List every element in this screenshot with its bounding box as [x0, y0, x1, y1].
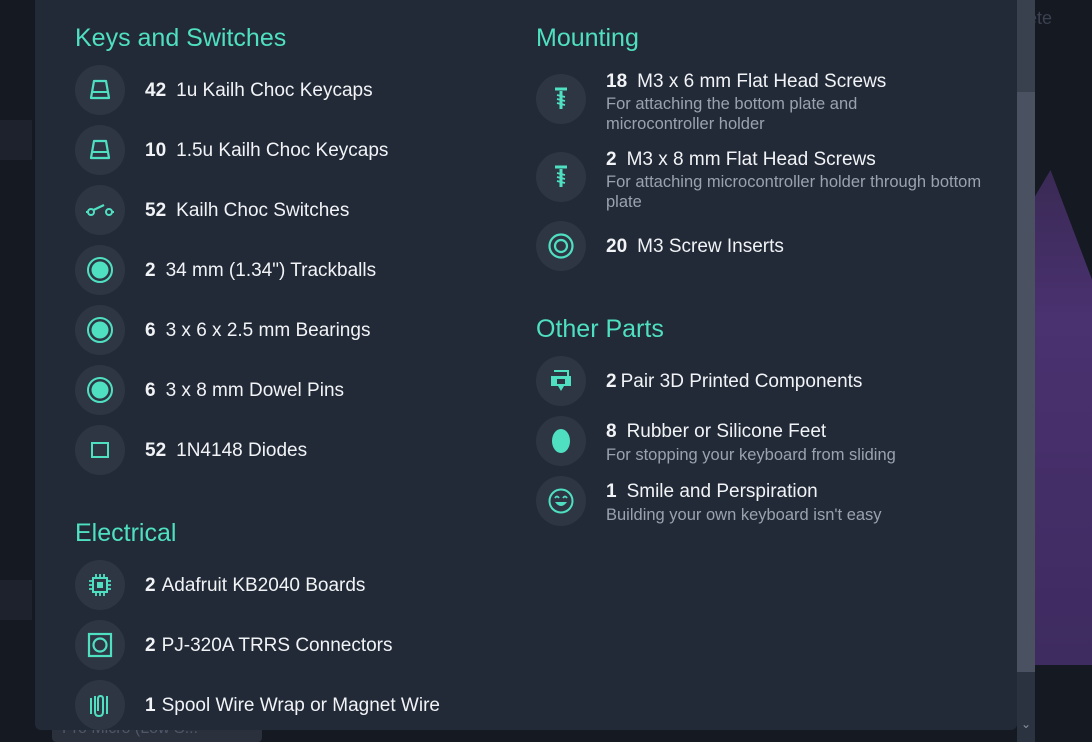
list-item: 18 M3 x 6 mm Flat Head Screws For attachi…: [536, 71, 976, 133]
list-item: 52 Kailh Choc Switches: [75, 185, 515, 237]
wire-icon: [75, 680, 125, 730]
list-item: 2 Pair 3D Printed Components: [536, 356, 976, 408]
chip-icon: [75, 560, 125, 610]
section-title-other: Other Parts: [536, 315, 664, 343]
keycap-icon: [75, 65, 125, 115]
item-name: M3 Screw Inserts: [637, 236, 784, 257]
smile-sweat-icon: [536, 476, 586, 526]
printer-icon: [536, 356, 586, 406]
ball-icon: [75, 245, 125, 295]
item-quantity: 20: [606, 236, 628, 257]
item-description: For attaching microcontroller holder thr…: [606, 173, 982, 211]
screw-icon: [536, 74, 586, 124]
backdrop-element: [0, 580, 32, 620]
item-name: 3 x 8 mm Dowel Pins: [165, 380, 345, 401]
insert-icon: [536, 221, 586, 271]
item-description: Building your own keyboard isn't easy: [606, 506, 882, 524]
backdrop-element: [0, 120, 32, 160]
list-item: 2 M3 x 8 mm Flat Head Screws For attachin…: [536, 149, 981, 211]
scroll-down-arrow-icon[interactable]: ⌄: [1017, 714, 1035, 734]
item-name: 3 x 6 x 2.5 mm Bearings: [165, 320, 371, 341]
item-name: Smile and Perspiration: [626, 481, 818, 502]
item-name: Adafruit KB2040 Boards: [161, 575, 366, 596]
scrollbar-track[interactable]: [1017, 0, 1035, 92]
foot-icon: [536, 416, 586, 466]
list-item: 2 34 mm (1.34") Trackballs: [75, 245, 515, 297]
section-title-keys: Keys and Switches: [75, 24, 287, 52]
item-description: For stopping your keyboard from sliding: [606, 446, 896, 464]
item-quantity: 2: [606, 149, 617, 170]
item-quantity: 2: [145, 575, 156, 596]
item-quantity: 2: [606, 371, 617, 392]
ball-icon: [75, 365, 125, 415]
list-item: 20 M3 Screw Inserts: [536, 221, 976, 273]
item-quantity: 10: [145, 140, 167, 161]
item-quantity: 6: [145, 380, 156, 401]
ball-icon: [75, 305, 125, 355]
scrollbar-thumb[interactable]: [1017, 92, 1035, 672]
list-item: 6 3 x 8 mm Dowel Pins: [75, 365, 515, 417]
item-name: Spool Wire Wrap or Magnet Wire: [161, 695, 440, 716]
item-quantity: 52: [145, 440, 167, 461]
item-name: Kailh Choc Switches: [176, 200, 350, 221]
section-title-electrical: Electrical: [75, 519, 177, 547]
item-quantity: 1: [606, 481, 617, 502]
keycap-icon: [75, 125, 125, 175]
section-title-mounting: Mounting: [536, 24, 639, 52]
list-item: 42 1u Kailh Choc Keycaps: [75, 65, 515, 117]
list-item: 8 Rubber or Silicone Feet For stopping yo…: [536, 416, 976, 468]
item-quantity: 52: [145, 200, 167, 221]
item-name: M3 x 6 mm Flat Head Screws: [637, 71, 887, 92]
item-quantity: 1: [145, 695, 156, 716]
switch-icon: [75, 185, 125, 235]
item-name: 1.5u Kailh Choc Keycaps: [176, 140, 389, 161]
list-item: 52 1N4148 Diodes: [75, 425, 515, 477]
item-quantity: 18: [606, 71, 628, 92]
list-item: 1 Spool Wire Wrap or Magnet Wire: [75, 680, 515, 732]
item-name: PJ-320A TRRS Connectors: [161, 635, 393, 656]
connector-icon: [75, 620, 125, 670]
item-name: M3 x 8 mm Flat Head Screws: [626, 149, 876, 170]
list-item: 1 Smile and Perspiration Building your ow…: [536, 476, 976, 528]
screw-icon: [536, 152, 586, 202]
item-quantity: 42: [145, 80, 167, 101]
list-item: 6 3 x 6 x 2.5 mm Bearings: [75, 305, 515, 357]
item-quantity: 2: [145, 260, 156, 281]
item-quantity: 8: [606, 421, 617, 442]
item-quantity: 6: [145, 320, 156, 341]
list-item: 2 Adafruit KB2040 Boards: [75, 560, 515, 612]
list-item: 2 PJ-320A TRRS Connectors: [75, 620, 515, 672]
item-quantity: 2: [145, 635, 156, 656]
item-name: 34 mm (1.34") Trackballs: [165, 260, 377, 281]
item-name: Rubber or Silicone Feet: [626, 421, 827, 442]
item-name: Pair 3D Printed Components: [620, 371, 863, 392]
list-item: 10 1.5u Kailh Choc Keycaps: [75, 125, 515, 177]
square-icon: [75, 425, 125, 475]
item-description: For attaching the bottom plate and micro…: [606, 95, 858, 133]
item-name: 1N4148 Diodes: [176, 440, 308, 461]
item-name: 1u Kailh Choc Keycaps: [176, 80, 373, 101]
